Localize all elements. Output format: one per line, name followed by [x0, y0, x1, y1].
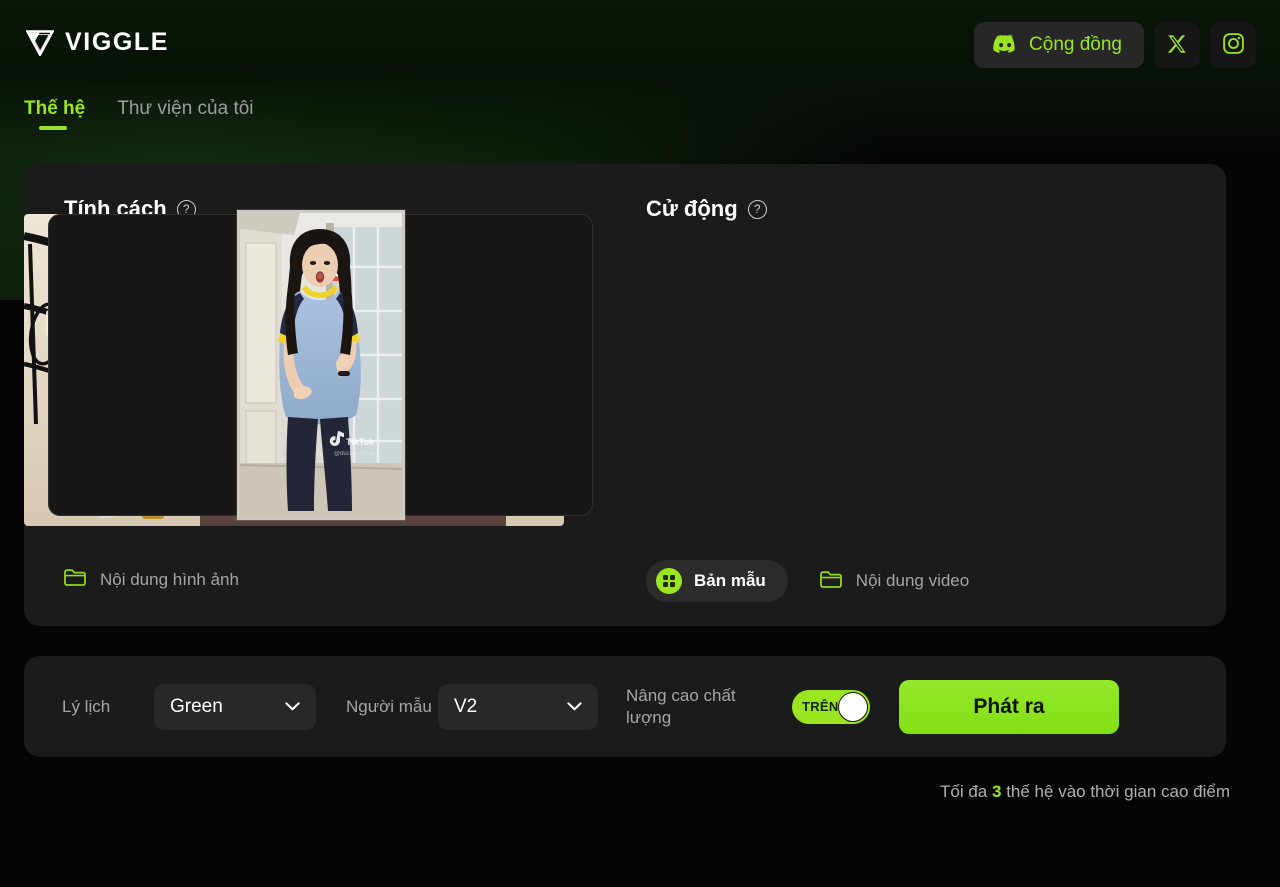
enhance-quality-toggle-text: TRÊN	[802, 699, 839, 714]
background-label: Lý lịch	[62, 696, 111, 716]
app-header: VIGGLE Cộng đồng	[0, 0, 1280, 90]
folder-icon	[819, 570, 842, 593]
tab-my-library-label: Thư viện của tôi	[117, 98, 254, 119]
generation-controls-bar: Lý lịch Green Người mẫu V2 Nâng cao chất…	[24, 656, 1226, 757]
enhance-quality-label: Nâng cao chất lượng	[626, 686, 736, 727]
motion-video-dropzone[interactable]: TikTok @ducanhhanoi	[48, 210, 593, 520]
enhance-quality-toggle[interactable]: TRÊN	[792, 689, 870, 724]
tab-my-library[interactable]: Thư viện của tôi	[115, 98, 255, 130]
generate-button[interactable]: Phát ra	[899, 679, 1119, 734]
viggle-app-window: VIGGLE Cộng đồng Thế hệ Thư viện của tôi…	[0, 0, 1280, 887]
brand-name: VIGGLE	[65, 28, 170, 56]
grid-squares-icon	[656, 568, 682, 594]
x-twitter-button[interactable]	[1154, 22, 1200, 68]
generation-limit-suffix: thế hệ vào thời gian cao điểm	[1006, 782, 1230, 801]
motion-video-thumbnail[interactable]: TikTok @ducanhhanoi	[236, 210, 405, 520]
toggle-knob	[838, 691, 868, 722]
image-content-upload[interactable]: Nội dung hình ảnh	[64, 568, 239, 591]
image-content-upload-label: Nội dung hình ảnh	[100, 569, 239, 589]
x-twitter-icon	[1166, 33, 1188, 58]
community-button-label: Cộng đồng	[1029, 34, 1122, 55]
generation-limit-count: 3	[992, 782, 1002, 801]
brand-logo[interactable]: VIGGLE	[25, 28, 170, 57]
svg-text:@ducanhhanoi: @ducanhhanoi	[334, 451, 374, 457]
motion-panel-title-label: Cử động	[646, 196, 738, 221]
model-select-value: V2	[454, 695, 478, 717]
template-button-label: Bản mẫu	[694, 571, 766, 590]
video-content-upload[interactable]: Nội dung video	[819, 570, 970, 593]
question-mark-circle-icon[interactable]: ?	[747, 199, 767, 219]
svg-text:TikTok: TikTok	[346, 437, 375, 447]
generation-limit-prefix: Tối đa	[940, 782, 988, 801]
instagram-button[interactable]	[1210, 22, 1256, 68]
chevron-down-icon	[567, 698, 582, 716]
template-button[interactable]: Bản mẫu	[646, 560, 788, 602]
model-select[interactable]: V2	[438, 683, 598, 730]
video-content-upload-label: Nội dung video	[855, 571, 970, 590]
header-actions: Cộng đồng	[974, 22, 1256, 68]
motion-panel-title: Cử động ?	[646, 196, 1191, 222]
main-tabs: Thế hệ Thư viện của tôi	[22, 98, 256, 130]
tab-generation-label: Thế hệ	[24, 98, 86, 119]
background-select[interactable]: Green	[154, 683, 316, 730]
community-button[interactable]: Cộng đồng	[974, 22, 1144, 68]
discord-icon	[992, 34, 1018, 57]
folder-icon	[64, 568, 86, 591]
instagram-icon	[1222, 32, 1245, 58]
generation-limit-note: Tối đa 3 thế hệ vào thời gian cao điểm	[940, 782, 1230, 802]
background-select-value: Green	[170, 695, 223, 717]
viggle-v-logo-icon	[25, 29, 55, 57]
tab-generation[interactable]: Thế hệ	[22, 98, 87, 130]
motion-source-row: Bản mẫu Nội dung video	[646, 560, 969, 602]
motion-panel: Cử động ?	[646, 196, 1191, 222]
chevron-down-icon	[285, 698, 300, 716]
model-label: Người mẫu	[346, 696, 432, 716]
generation-card: Tính cách ? Nội dung hình ảnh Cử động ? …	[24, 164, 1226, 626]
